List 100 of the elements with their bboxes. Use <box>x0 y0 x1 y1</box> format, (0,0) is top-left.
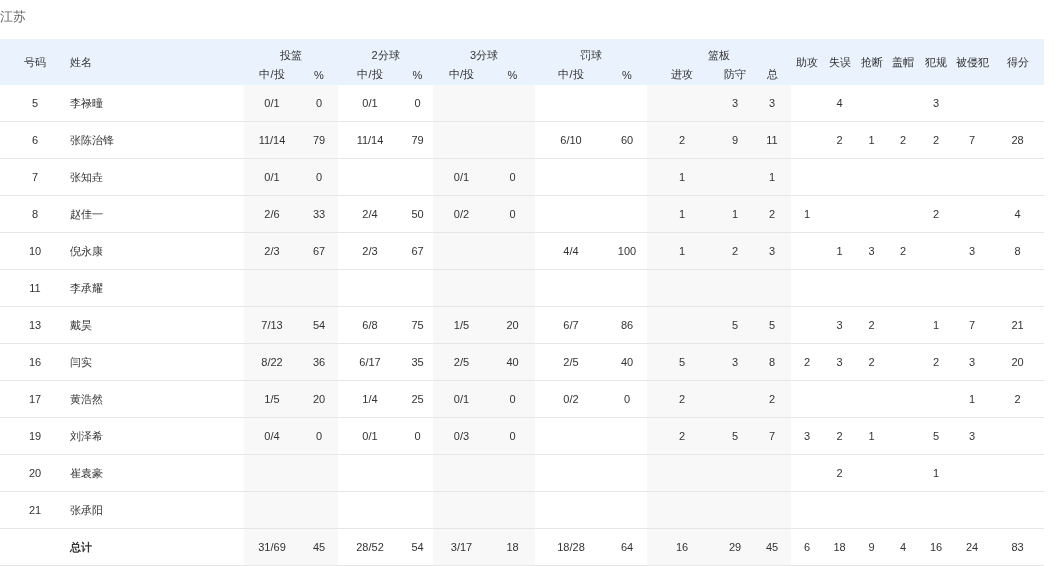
stat-value: 3 <box>968 430 976 442</box>
stat-value: 1/4 <box>362 393 378 405</box>
stat-value: 1 <box>836 245 843 257</box>
stat-value: 50 <box>411 208 424 220</box>
stat-value: 9 <box>868 541 875 553</box>
stat-value: 3 <box>768 97 776 109</box>
stat-value: 7 <box>768 430 776 442</box>
stat-value: 0/1 <box>264 171 280 183</box>
stat-value: 3 <box>836 319 843 331</box>
stat-value: 21 <box>1011 319 1024 331</box>
stat-value: 11 <box>766 134 778 146</box>
stat-value: 1 <box>868 430 875 442</box>
stat-value: 4 <box>836 97 843 109</box>
stat-value: 9 <box>731 134 739 146</box>
stat-value: 0 <box>414 430 421 442</box>
jersey-number: 16 <box>28 356 42 368</box>
stat-value: 16 <box>675 541 689 553</box>
stat-value: 2 <box>1014 393 1021 405</box>
total-label: 总计 <box>70 540 92 553</box>
stat-value: 31/69 <box>258 541 286 553</box>
stat-value: 2 <box>932 208 940 220</box>
stat-value: 3 <box>731 97 739 109</box>
column-header: 抢断 <box>860 55 883 68</box>
player-name: 李承耀 <box>70 281 103 294</box>
jersey-number: 7 <box>31 171 39 183</box>
stat-value: 35 <box>411 356 424 368</box>
stat-value: 2 <box>899 134 907 146</box>
stat-value: 6/8 <box>362 319 378 331</box>
stat-value: 0 <box>315 97 323 109</box>
stat-value: 2 <box>899 245 907 257</box>
stat-value: 20 <box>506 319 519 331</box>
stat-value: 0/2 <box>563 393 579 405</box>
stat-value: 83 <box>1011 541 1024 553</box>
column-header: 被侵犯 <box>955 55 989 68</box>
player-name: 闫实 <box>70 355 92 368</box>
stat-value: 2 <box>678 134 686 146</box>
stat-value: 7/13 <box>261 319 283 331</box>
stat-value: 0/4 <box>264 430 280 442</box>
stat-value: 11/14 <box>356 134 384 146</box>
stat-value: 79 <box>312 134 326 146</box>
stat-value: 6 <box>803 541 811 553</box>
stat-value: 1 <box>731 208 739 220</box>
stat-value: 67 <box>312 245 326 257</box>
jersey-number: 11 <box>29 282 41 294</box>
stat-value: 6/10 <box>560 134 582 146</box>
column-group-header: 罚球 <box>580 49 602 61</box>
stat-value: 75 <box>411 319 424 331</box>
stat-value: 2 <box>868 319 875 331</box>
stat-value: 8 <box>1014 245 1021 257</box>
stat-value: 0 <box>509 430 516 442</box>
player-name: 黄浩然 <box>70 392 103 405</box>
stat-value: 3 <box>768 245 776 257</box>
stat-value: 20 <box>1011 356 1024 368</box>
stat-value: 60 <box>620 134 634 146</box>
column-header: 犯规 <box>925 55 947 68</box>
jersey-number: 5 <box>31 97 39 109</box>
stat-value: 28/52 <box>356 541 384 553</box>
stat-value: 5 <box>768 319 776 331</box>
stat-value: 6/7 <box>563 319 579 331</box>
stat-value: 4 <box>899 541 907 553</box>
stat-value: 2 <box>868 356 875 368</box>
player-name: 张陈治锋 <box>70 133 114 146</box>
column-header: % <box>314 68 324 81</box>
stat-value: 40 <box>620 356 634 368</box>
stat-value: 4 <box>1014 208 1021 220</box>
jersey-number: 13 <box>28 319 42 331</box>
player-name: 倪永康 <box>70 244 103 257</box>
stat-value: 2/5 <box>453 356 470 368</box>
stat-value: 0/3 <box>453 430 470 442</box>
stat-value: 3 <box>731 356 739 368</box>
stat-value: 1 <box>932 319 940 331</box>
stat-value: 1 <box>932 467 940 479</box>
player-name: 张承阳 <box>70 503 103 516</box>
column-header: 姓名 <box>70 55 92 68</box>
stat-value: 1 <box>678 208 686 220</box>
stat-value: 5 <box>731 319 739 331</box>
stat-value: 33 <box>312 208 326 220</box>
stat-value: 3/17 <box>450 541 473 553</box>
player-name: 戴昊 <box>70 318 92 331</box>
stat-value: 1 <box>968 393 976 405</box>
stat-value: 54 <box>411 541 424 553</box>
column-header: 号码 <box>24 55 46 68</box>
jersey-number: 17 <box>28 393 42 405</box>
stat-value: 16 <box>929 541 943 553</box>
stat-value: 1/5 <box>453 319 470 331</box>
stat-value: 1 <box>678 171 686 183</box>
stat-value: 2/3 <box>362 245 378 257</box>
stat-value: 1 <box>768 171 776 183</box>
stat-value: 54 <box>312 319 326 331</box>
stat-value: 2 <box>768 208 776 220</box>
jersey-number: 8 <box>31 208 39 220</box>
column-header: 中/投 <box>357 68 383 80</box>
stat-value: 11/14 <box>258 134 286 146</box>
stat-value: 2/6 <box>264 208 280 220</box>
stat-value: 0/1 <box>362 97 378 109</box>
stat-value: 25 <box>411 393 424 405</box>
stat-value: 2 <box>731 245 739 257</box>
column-header: 盖帽 <box>892 55 914 68</box>
stat-value: 36 <box>312 356 326 368</box>
column-header: 防守 <box>724 68 746 80</box>
